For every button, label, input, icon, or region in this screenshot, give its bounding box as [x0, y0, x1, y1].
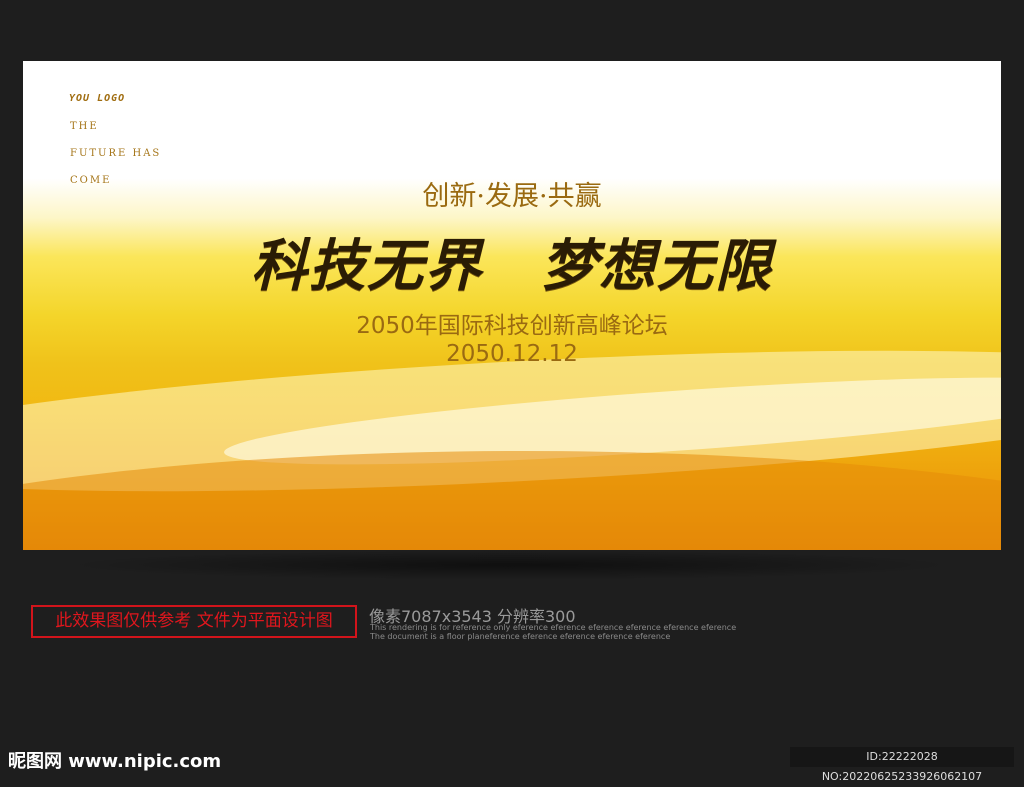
logo: YOU LOGO [69, 93, 126, 104]
poster: YOU LOGO THE FUTURE HAS COME 创新·发展·共赢 科技… [23, 61, 1001, 550]
event-date: 2050.12.12 [446, 341, 578, 367]
wave-dark [23, 451, 1001, 550]
tagline-line: FUTURE HAS [70, 148, 162, 159]
subtitle: 创新·发展·共赢 [422, 181, 602, 212]
reference-notice: 此效果图仅供参考 文件为平面设计图 [31, 605, 357, 638]
forum-name: 2050年国际科技创新高峰论坛 [356, 313, 668, 339]
reference-text: The document is a floor planeference efe… [370, 632, 671, 641]
poster-shadow [60, 550, 960, 580]
reference-text: This rendering is for reference only efe… [370, 623, 737, 632]
tagline-line: THE [70, 121, 99, 132]
main-title: 科技无界 梦想无限 [251, 234, 773, 299]
site-watermark[interactable]: 昵图网 www.nipic.com [8, 747, 221, 773]
image-id: ID:22222028 NO:20220625233926062107 [790, 747, 1014, 783]
